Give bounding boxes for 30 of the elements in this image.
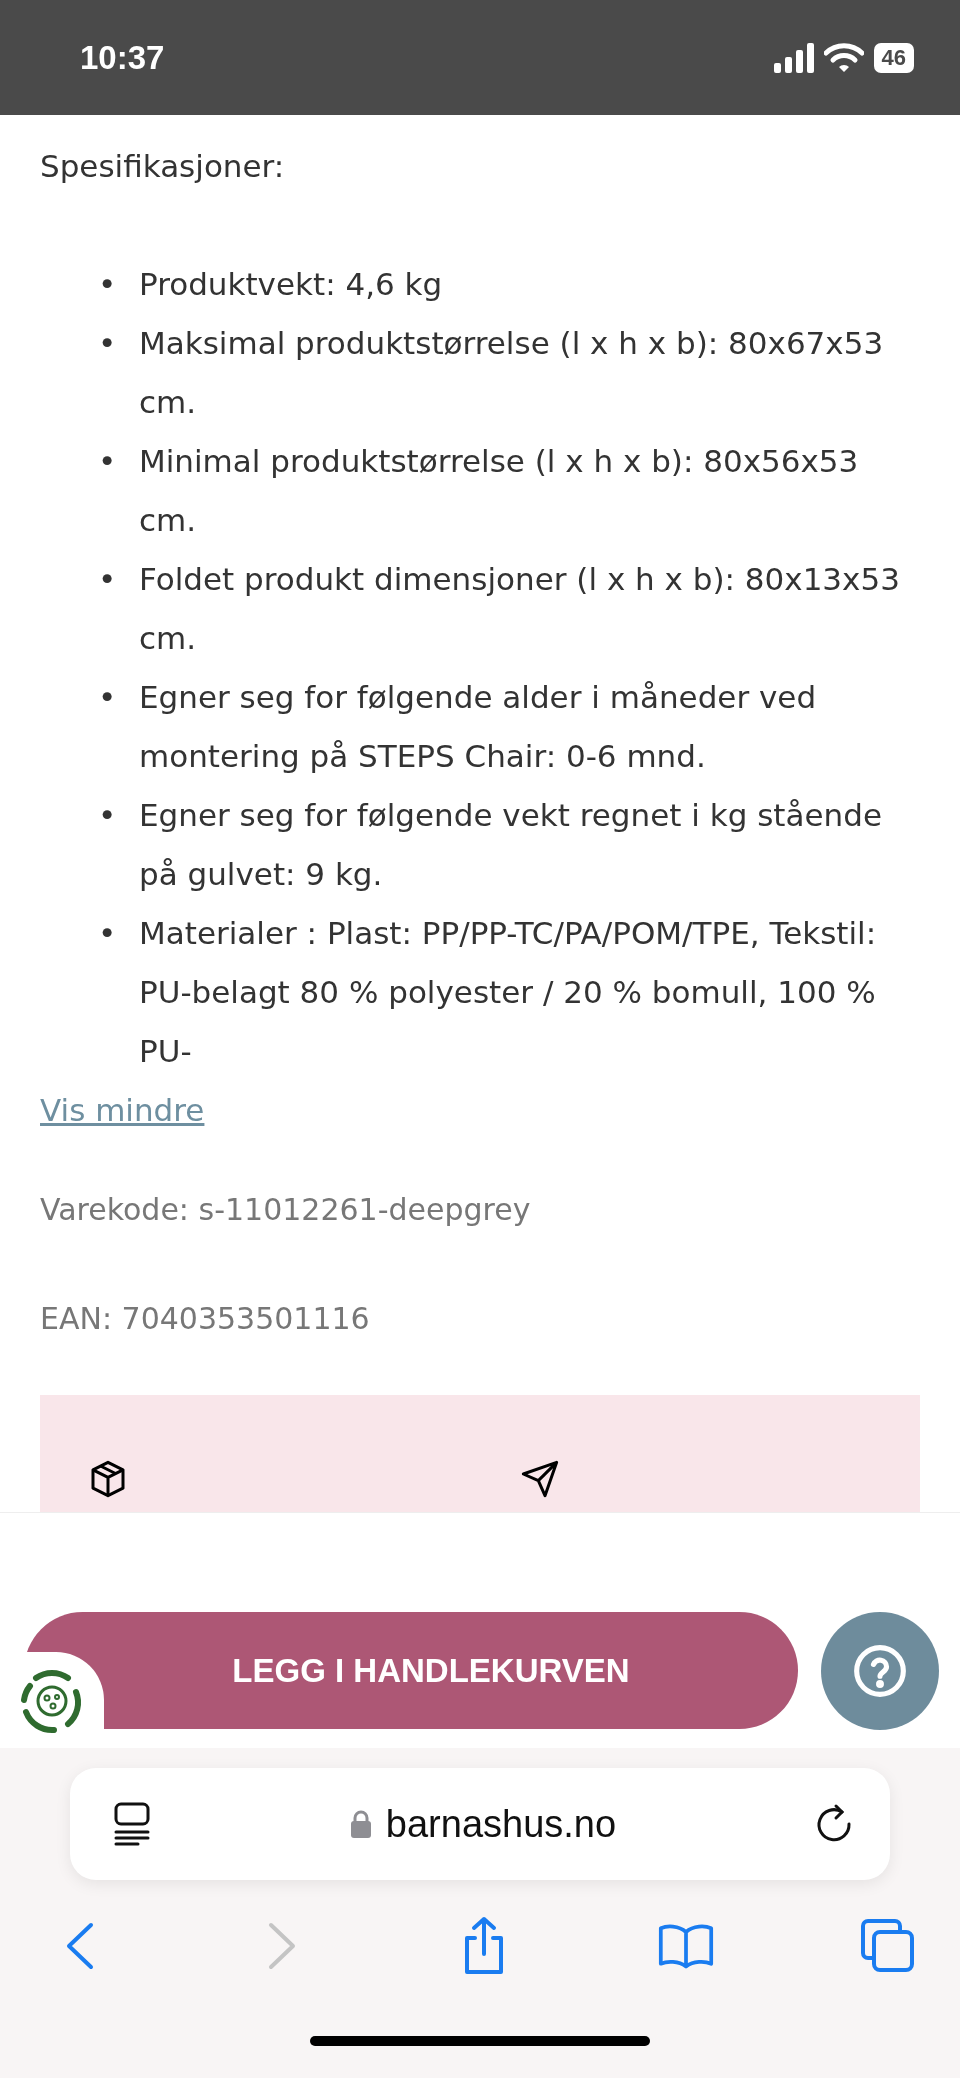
bullet: • <box>98 442 118 481</box>
spec-item: Minimal produktstørrelse (l x h x b): 80x56x53 cm. <box>139 442 860 540</box>
spec-item: Egner seg for følgende vekt regnet i kg stående på gulvet: 9 kg. <box>139 796 883 894</box>
battery-level: 46 <box>873 42 914 73</box>
question-icon <box>852 1643 908 1699</box>
spec-item: Maksimal produktstørrelse (l x h x b): 80x67x53 cm. <box>139 324 885 422</box>
chevron-right-icon <box>267 1921 297 1971</box>
spec-item: Produktvekt: 4,6 kg <box>139 265 444 304</box>
bullet: • <box>98 796 118 835</box>
section-heading: Spesifikasjoner: <box>40 147 286 186</box>
product-code: Varekode: s-11012261-deepgrey <box>40 1191 532 1229</box>
show-less-link[interactable]: Vis mindre <box>40 1081 205 1140</box>
spec-item: Materialer : Plast: PP/PP-TC/PA/POM/TPE, Tekstil: PU-belagt 80 % polyester / 20 % bomull, 100 % PU- <box>139 914 878 1071</box>
bullet: • <box>98 265 118 304</box>
send-icon <box>520 1459 560 1499</box>
lock-icon <box>349 1809 372 1839</box>
address-bar[interactable]: barnashus.no <box>70 1768 890 1880</box>
bullet: • <box>98 560 118 599</box>
status-time: 10:37 <box>80 38 165 77</box>
bullet: • <box>98 678 118 717</box>
wifi-icon <box>823 42 864 73</box>
product-code: EAN: 7040353501116 <box>40 1300 371 1338</box>
bullet: • <box>98 914 118 953</box>
spec-item: Foldet produkt dimensjoner (l x h x b): 80x13x53 cm. <box>139 560 901 658</box>
spec-item: Egner seg for følgende alder i måneder ved montering på STEPS Chair: 0-6 mnd. <box>139 678 818 776</box>
bullet: • <box>98 324 118 363</box>
reader-icon <box>112 1802 152 1846</box>
chevron-left-icon <box>65 1921 95 1971</box>
url-text: barnashus.no <box>385 1802 617 1846</box>
signal-icon <box>773 42 814 73</box>
